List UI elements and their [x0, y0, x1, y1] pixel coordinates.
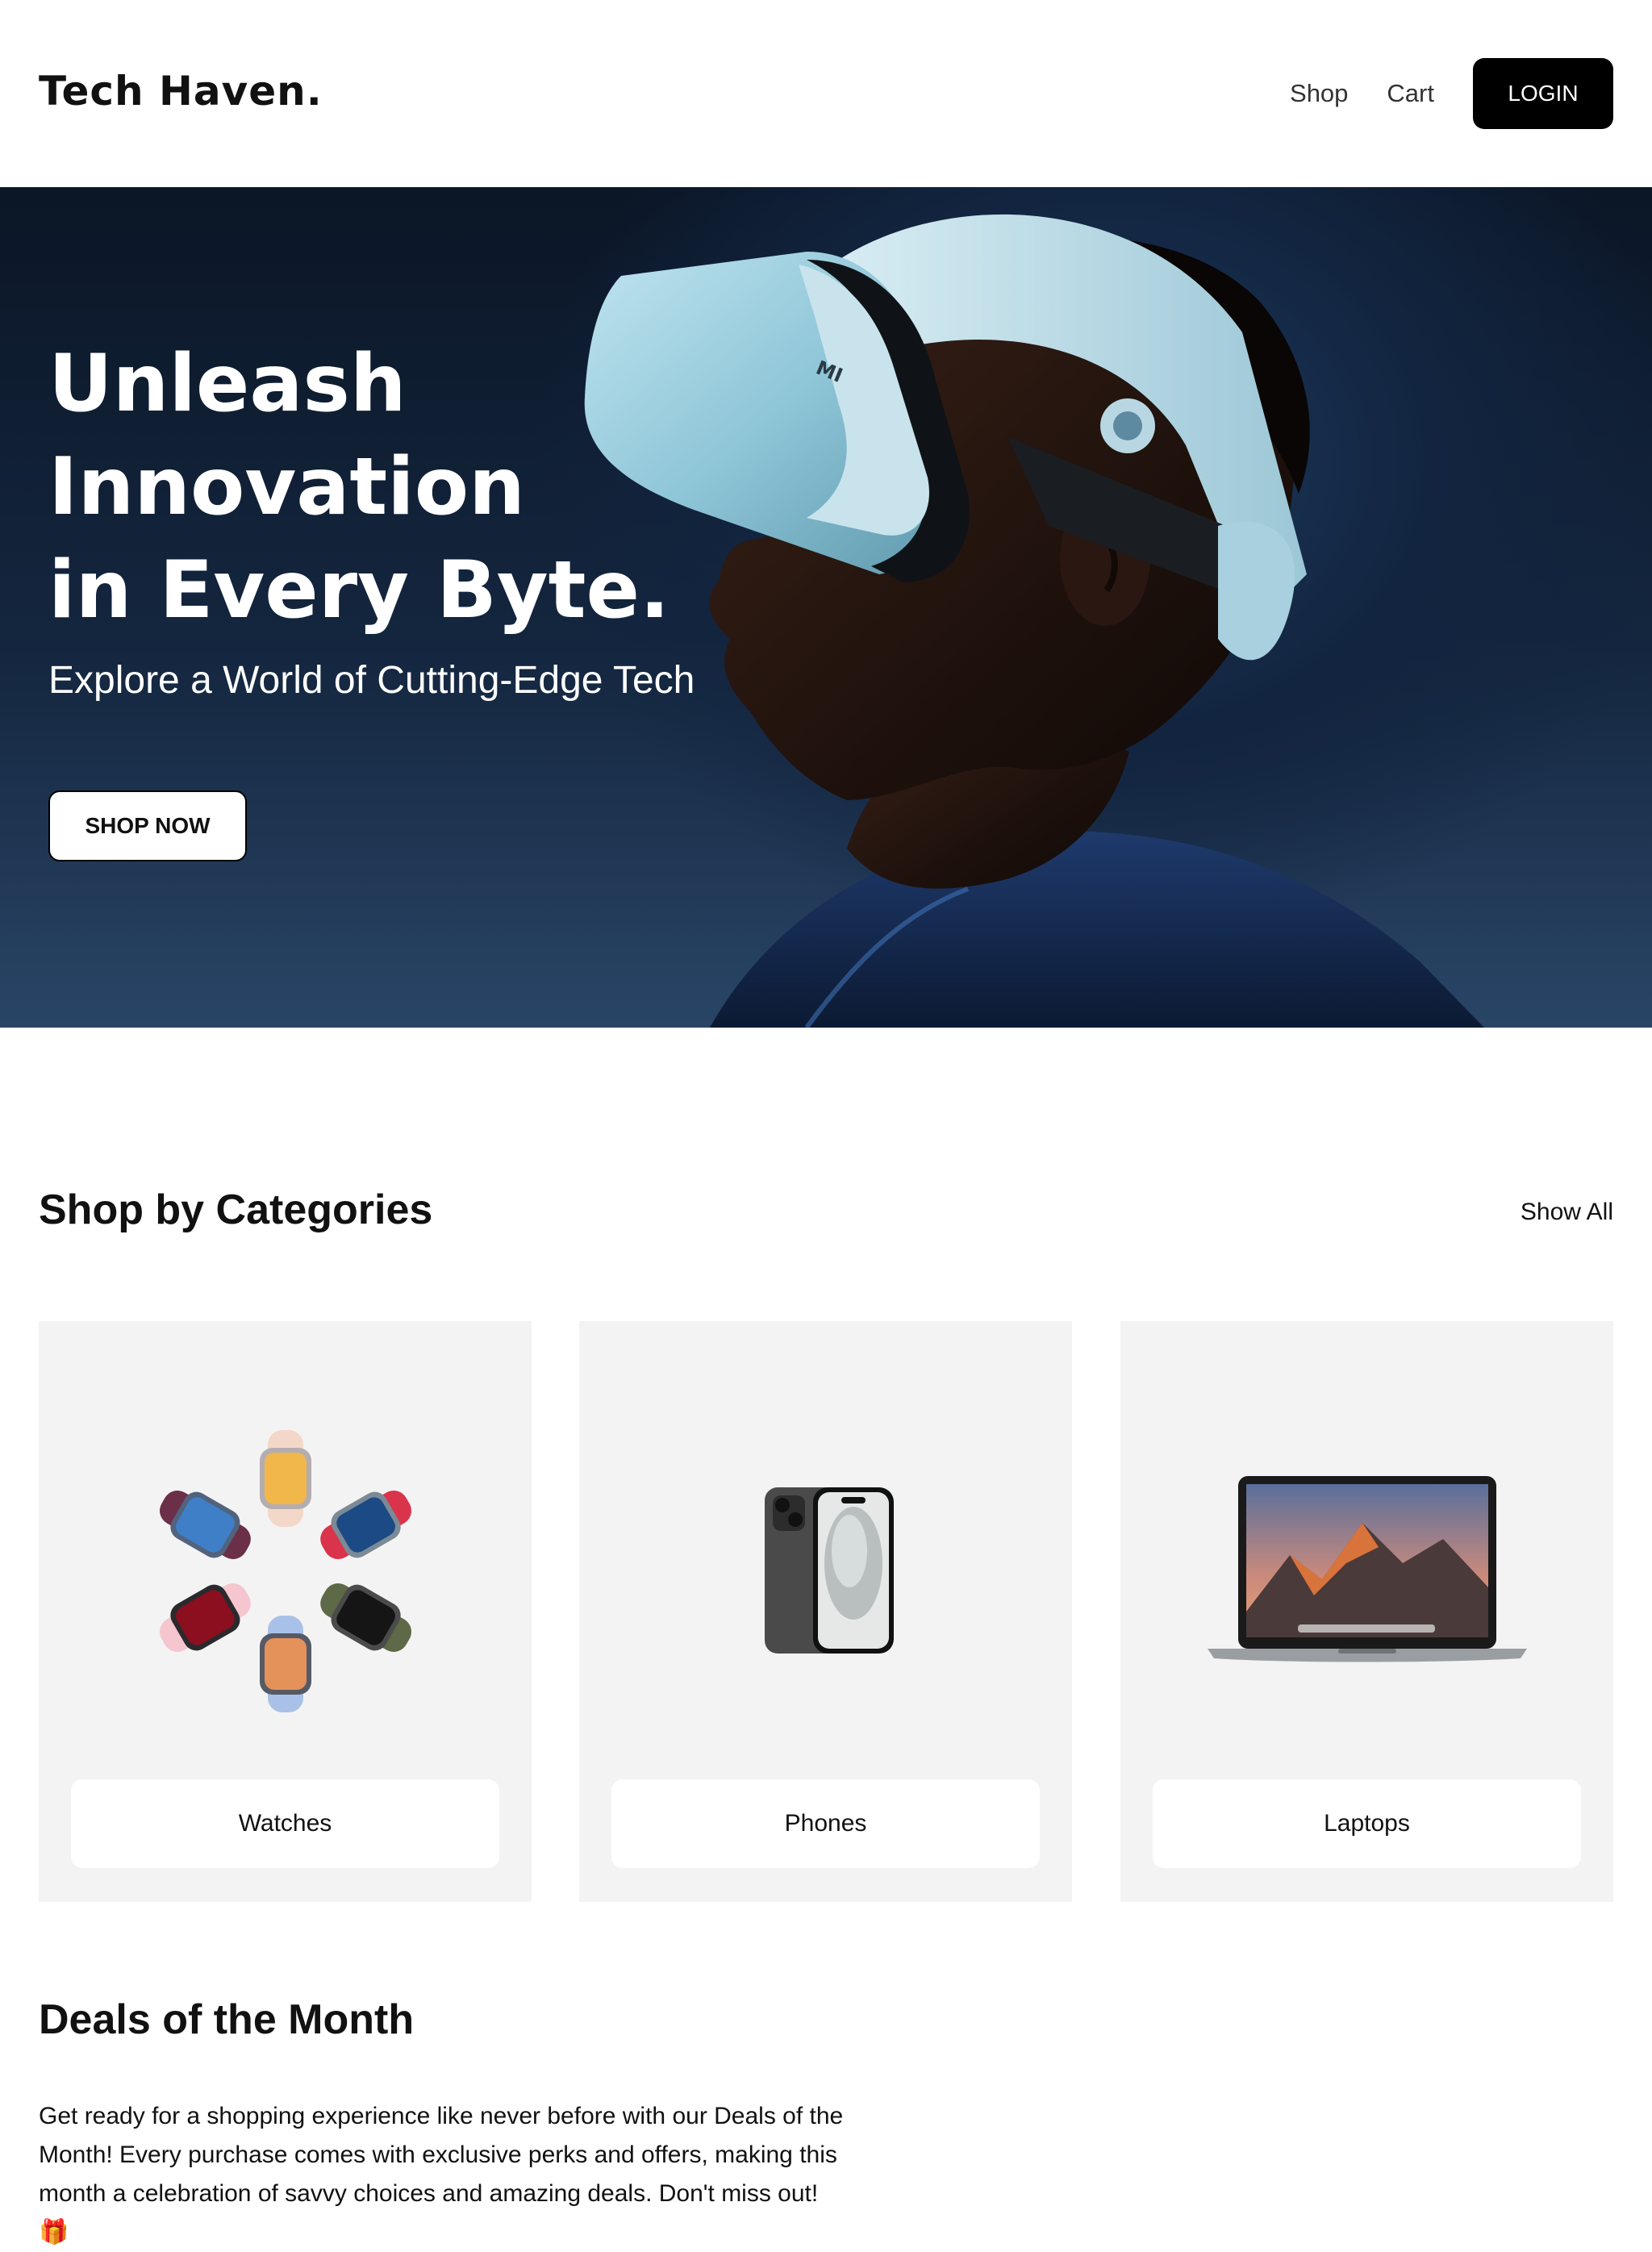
nav-cart-link[interactable]: Cart	[1387, 79, 1434, 108]
login-button[interactable]: LOGIN	[1473, 58, 1613, 129]
category-label-phones[interactable]: Phones	[611, 1779, 1040, 1868]
site-header: Tech Haven. Shop Cart LOGIN	[0, 0, 1652, 187]
smartwatch-collection-icon	[160, 1430, 411, 1712]
hero-banner: MI Unleash Innovation in Every Byte. Exp…	[0, 187, 1652, 1028]
category-card-watches[interactable]: Watches	[39, 1321, 532, 1902]
laptop-icon	[1208, 1476, 1527, 1662]
deals-heading: Deals of the Month	[39, 1996, 415, 2043]
deals-description: Get ready for a shopping experience like…	[39, 2103, 844, 2246]
category-card-laptops[interactable]: Laptops	[1120, 1321, 1613, 1902]
main-nav: Shop Cart LOGIN	[1290, 58, 1613, 129]
category-card-phones[interactable]: Phones	[579, 1321, 1072, 1902]
show-all-link[interactable]: Show All	[1521, 1199, 1613, 1226]
site-logo[interactable]: Tech Haven.	[39, 68, 323, 115]
category-label-laptops[interactable]: Laptops	[1153, 1779, 1581, 1868]
hero-subtitle: Explore a World of Cutting-Edge Tech	[48, 659, 695, 702]
categories-heading: Shop by Categories	[39, 1186, 433, 1233]
nav-shop-link[interactable]: Shop	[1290, 79, 1348, 108]
category-label-watches[interactable]: Watches	[71, 1779, 499, 1868]
hero-headline: Unleash Innovation in Every Byte.	[48, 338, 670, 636]
shop-now-button[interactable]: SHOP NOW	[48, 790, 247, 861]
smartphone-icon	[765, 1487, 894, 1654]
